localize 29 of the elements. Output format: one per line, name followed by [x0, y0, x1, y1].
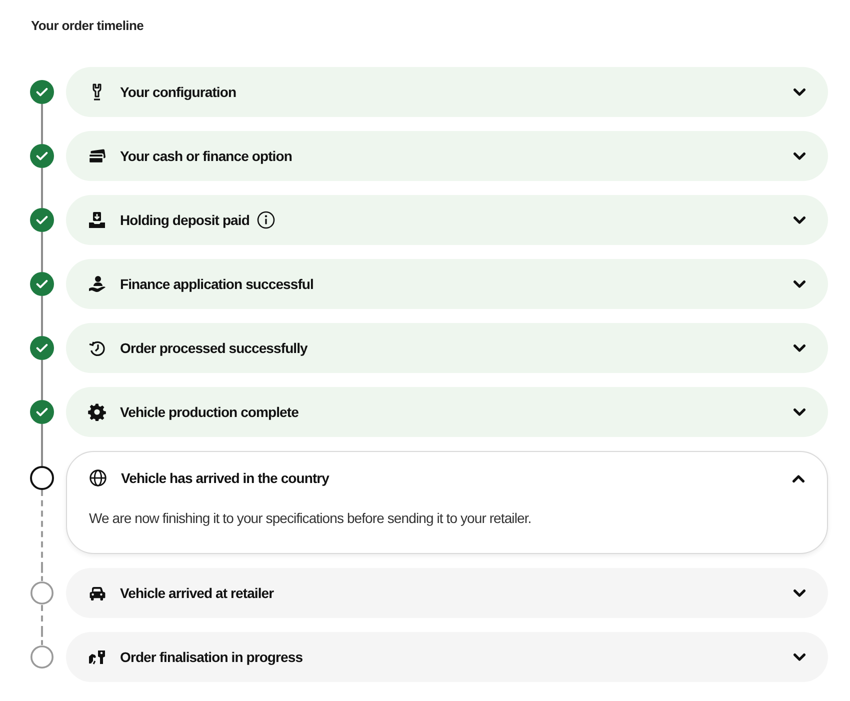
step-title: Order finalisation in progress — [120, 648, 303, 667]
step-title: Order processed successfully — [120, 338, 308, 358]
tray-download-icon — [88, 211, 106, 229]
step-title: Vehicle has arrived in the country — [121, 468, 330, 488]
chevron-down-icon[interactable] — [793, 588, 806, 598]
info-icon[interactable] — [257, 211, 276, 229]
step-title: Holding deposit paid — [120, 210, 250, 230]
chevron-down-icon[interactable] — [793, 344, 806, 352]
car-icon — [88, 584, 106, 602]
chevron-down-icon[interactable] — [793, 216, 806, 224]
globe-icon — [89, 469, 107, 487]
gear-icon — [88, 403, 106, 421]
history-clock-icon — [88, 339, 106, 357]
step-title: Vehicle arrived at retailer — [120, 584, 274, 602]
chevron-down-icon[interactable] — [793, 152, 806, 160]
chevron-down-icon[interactable] — [793, 652, 806, 662]
step-title: Finance application successful — [120, 274, 314, 294]
step-title: Vehicle production complete — [120, 402, 298, 422]
hand-key-icon — [88, 648, 106, 666]
step-title: Your cash or finance option — [120, 146, 292, 166]
step-description: We are now finishing it to your specifications before sending it to your retailer. — [88, 509, 532, 528]
hand-person-icon — [88, 275, 106, 293]
credit-cards-icon — [88, 147, 106, 165]
chevron-down-icon[interactable] — [793, 280, 806, 288]
chevron-down-icon[interactable] — [793, 88, 806, 96]
chevron-down-icon[interactable] — [793, 408, 806, 416]
step-title: Your configuration — [120, 82, 236, 102]
chevron-up-icon[interactable] — [792, 474, 805, 482]
timeline-heading: Your order timeline — [31, 17, 144, 35]
